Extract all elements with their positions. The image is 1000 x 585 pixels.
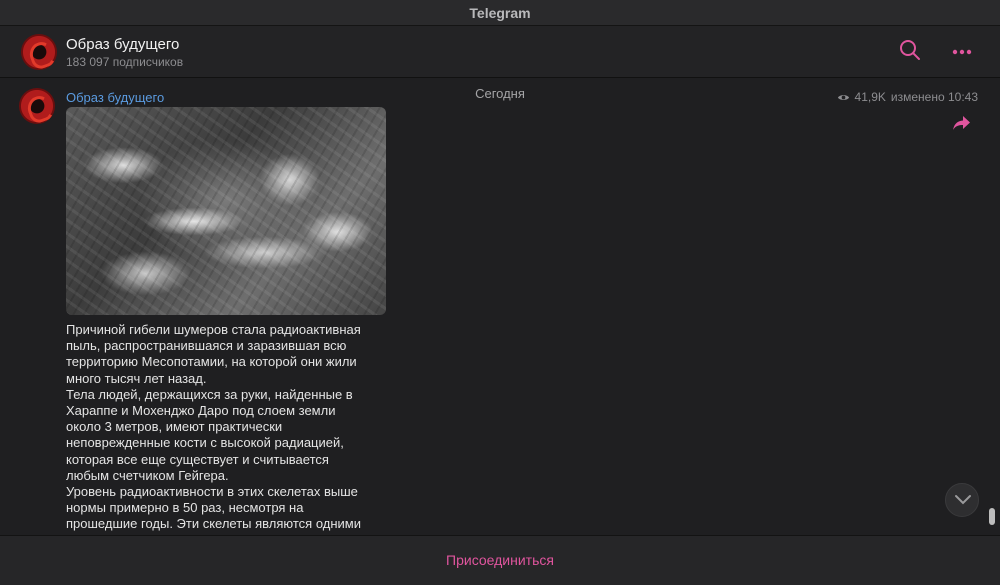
- message-photo[interactable]: [66, 107, 386, 315]
- message-line: много тысяч лет назад.: [66, 370, 207, 386]
- search-button[interactable]: [898, 38, 926, 66]
- message-text: Причиной гибели шумеров стала радиоактив…: [66, 322, 396, 533]
- eye-icon: [837, 94, 849, 100]
- message-line: Причиной гибели шумеров стала радиоактив…: [66, 322, 361, 337]
- share-icon: [953, 116, 970, 130]
- channel-avatar[interactable]: [21, 34, 57, 70]
- message-author-avatar[interactable]: [19, 88, 55, 124]
- chevron-down-icon: [955, 495, 971, 505]
- message-line: Уровень радиоактивности в этих скелетах …: [66, 484, 358, 500]
- message-line: прошедшие годы. Эти скелеты являются одн…: [66, 516, 362, 532]
- edited-time: изменено 10:43: [890, 90, 978, 104]
- message-feed[interactable]: Сегодня Образ будущего 41,9K изменено 10…: [0, 78, 1000, 535]
- window-titlebar: Telegram: [0, 0, 1000, 26]
- more-button[interactable]: [950, 38, 978, 66]
- message-line: которая все еще существует и считывается: [66, 451, 329, 467]
- message-line: любым счетчиком Гейгера.: [66, 467, 229, 483]
- message-meta: 41,9K изменено 10:43: [837, 90, 978, 104]
- search-icon: [900, 40, 920, 60]
- view-count: 41,9K: [854, 90, 886, 104]
- message-line: около 3 метров, имеют практически: [66, 419, 283, 435]
- message-line: неповрежденные кости с высокой радиацией…: [66, 435, 344, 451]
- scroll-to-bottom-button[interactable]: [945, 483, 979, 517]
- window-title: Telegram: [469, 5, 531, 21]
- message-line: Тела людей, держащихся за руки, найденны…: [66, 386, 353, 402]
- join-bar: Присоединиться: [0, 535, 1000, 585]
- message-author[interactable]: Образ будущего: [66, 90, 164, 105]
- message-line: пыль, распространившаяся и заразившая вс…: [66, 338, 347, 354]
- more-dots-icon: [952, 49, 972, 55]
- channel-name[interactable]: Образ будущего: [66, 36, 179, 53]
- message-line: нормы примерно в 50 раз, несмотря на: [66, 500, 304, 516]
- message-line: Хараппе и Мохенджо Даро под слоем земли: [66, 403, 336, 419]
- join-button[interactable]: Присоединиться: [0, 552, 1000, 568]
- subscriber-count: 183 097 подписчиков: [66, 55, 184, 69]
- share-button[interactable]: [952, 114, 972, 132]
- message-line: территорию Месопотамии, на которой они ж…: [66, 354, 357, 370]
- chat-header: Образ будущего 183 097 подписчиков: [0, 26, 1000, 78]
- scrollbar-thumb[interactable]: [989, 508, 995, 525]
